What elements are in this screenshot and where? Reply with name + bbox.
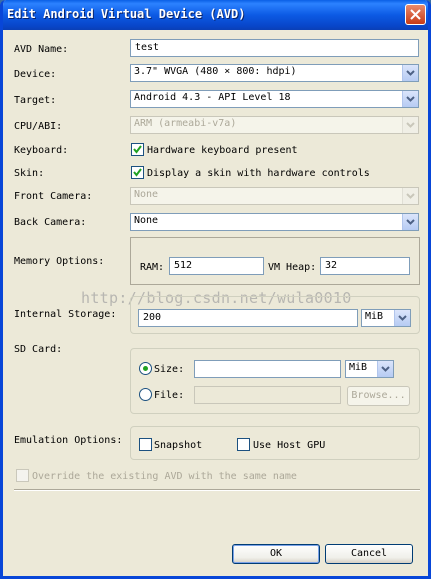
- chevron-down-icon: [381, 366, 390, 372]
- sd-size-unit-dropdown-button[interactable]: [377, 361, 393, 377]
- cancel-button[interactable]: Cancel: [325, 544, 413, 564]
- vm-heap-input[interactable]: 32: [320, 257, 410, 275]
- front-camera-value: None: [134, 189, 159, 200]
- chevron-down-icon: [406, 96, 415, 102]
- cpu-abi-value: ARM (armeabi-v7a): [134, 118, 237, 129]
- sd-size-unit: MiB: [349, 362, 368, 373]
- internal-storage-value: 200: [143, 312, 162, 323]
- browse-button-label: Browse...: [351, 390, 406, 401]
- emulation-options-label: Emulation Options:: [14, 435, 123, 446]
- chevron-down-icon: [398, 315, 407, 321]
- memory-options-label: Memory Options:: [14, 256, 105, 267]
- ram-input[interactable]: 512: [169, 257, 264, 275]
- back-camera-label: Back Camera:: [14, 217, 87, 228]
- front-camera-dropdown-button[interactable]: [402, 188, 418, 204]
- skin-label: Skin:: [14, 168, 45, 179]
- back-camera-select[interactable]: None: [130, 213, 419, 231]
- device-value: 3.7" WVGA (480 × 800: hdpi): [134, 66, 297, 77]
- ram-label: RAM:: [140, 262, 165, 273]
- override-checkbox[interactable]: [16, 469, 29, 482]
- target-value: Android 4.3 - API Level 18: [134, 92, 291, 103]
- internal-storage-label: Internal Storage:: [14, 309, 117, 320]
- window-title: Edit Android Virtual Device (AVD): [7, 7, 246, 21]
- sd-file-radio[interactable]: [139, 388, 152, 401]
- ok-button-label: OK: [269, 548, 283, 559]
- keyboard-option-label: Hardware keyboard present: [147, 145, 298, 156]
- cpu-abi-label: CPU/ABI:: [14, 121, 63, 132]
- sd-file-input[interactable]: [194, 386, 341, 404]
- snapshot-checkbox[interactable]: [139, 438, 152, 451]
- use-host-gpu-checkbox[interactable]: [237, 438, 250, 451]
- avd-name-label: AVD Name:: [14, 44, 69, 55]
- separator: [14, 489, 420, 491]
- internal-storage-unit: MiB: [365, 311, 384, 322]
- use-host-gpu-label: Use Host GPU: [253, 440, 326, 451]
- target-select[interactable]: Android 4.3 - API Level 18: [130, 90, 419, 108]
- title-bar[interactable]: Edit Android Virtual Device (AVD): [3, 0, 428, 30]
- chevron-down-icon: [406, 70, 415, 76]
- target-label: Target:: [14, 95, 57, 106]
- cpu-abi-select[interactable]: ARM (armeabi-v7a): [130, 116, 419, 134]
- ok-button[interactable]: OK: [232, 544, 320, 564]
- target-dropdown-button[interactable]: [402, 91, 418, 107]
- sd-size-unit-select[interactable]: MiB: [345, 360, 394, 378]
- close-icon: [410, 9, 421, 20]
- vm-heap-value: 32: [325, 260, 338, 271]
- internal-storage-unit-dropdown-button[interactable]: [394, 310, 410, 326]
- avd-name-input[interactable]: test: [130, 39, 419, 57]
- avd-dialog: Edit Android Virtual Device (AVD) AVD Na…: [0, 0, 431, 579]
- sd-size-label: Size:: [154, 364, 185, 375]
- skin-checkbox[interactable]: [131, 166, 144, 179]
- checkmark-icon: [133, 168, 142, 177]
- device-select[interactable]: 3.7" WVGA (480 × 800: hdpi): [130, 64, 419, 82]
- internal-storage-unit-select[interactable]: MiB: [361, 309, 411, 327]
- radio-selected-dot: [143, 366, 148, 371]
- back-camera-value: None: [134, 215, 159, 226]
- device-label: Device:: [14, 69, 57, 80]
- sd-card-label: SD Card:: [14, 344, 63, 355]
- browse-button[interactable]: Browse...: [347, 386, 410, 406]
- sd-size-radio[interactable]: [139, 362, 152, 375]
- checkmark-icon: [133, 145, 142, 154]
- vm-heap-label: VM Heap:: [268, 262, 317, 273]
- keyboard-label: Keyboard:: [14, 145, 69, 156]
- internal-storage-input[interactable]: 200: [138, 309, 358, 327]
- chevron-down-icon: [406, 219, 415, 225]
- keyboard-checkbox[interactable]: [131, 143, 144, 156]
- front-camera-label: Front Camera:: [14, 191, 93, 202]
- device-dropdown-button[interactable]: [402, 65, 418, 81]
- ram-value: 512: [174, 260, 193, 271]
- snapshot-label: Snapshot: [154, 440, 203, 451]
- skin-option-label: Display a skin with hardware controls: [147, 168, 370, 179]
- close-button[interactable]: [405, 4, 426, 25]
- sd-file-label: File:: [154, 390, 185, 401]
- sd-size-input[interactable]: [194, 360, 341, 378]
- back-camera-dropdown-button[interactable]: [402, 214, 418, 230]
- override-label: Override the existing AVD with the same …: [32, 471, 297, 482]
- cancel-button-label: Cancel: [350, 548, 388, 559]
- chevron-down-icon: [406, 193, 415, 199]
- front-camera-select[interactable]: None: [130, 187, 419, 205]
- chevron-down-icon: [406, 122, 415, 128]
- cpu-abi-dropdown-button[interactable]: [402, 117, 418, 133]
- avd-name-value: test: [135, 42, 160, 53]
